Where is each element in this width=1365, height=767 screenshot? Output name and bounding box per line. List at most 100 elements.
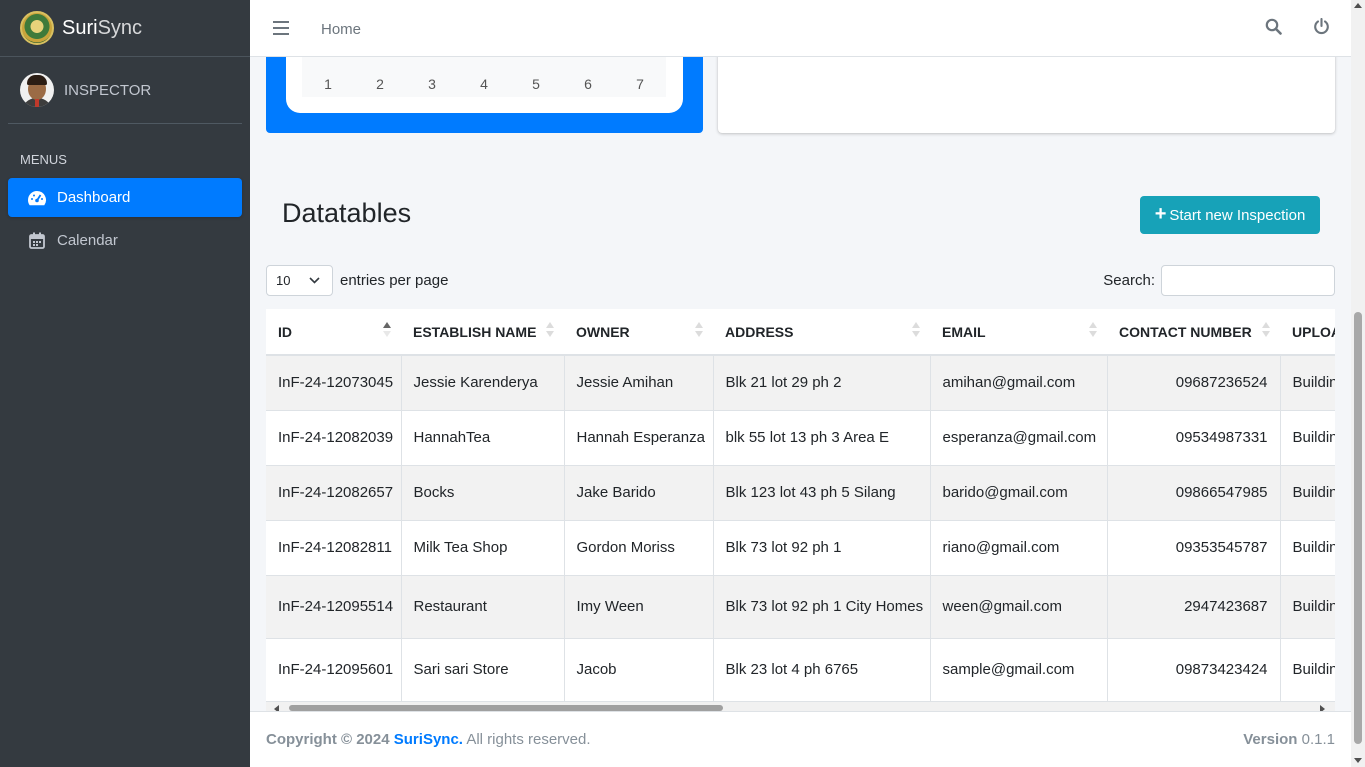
column-header-address[interactable]: ADDRESS (713, 309, 930, 356)
cell-address: Blk 73 lot 92 ph 1 (712, 519, 931, 576)
cell-upload[interactable]: Building (1279, 464, 1335, 521)
calendar-day[interactable]: 3 (406, 76, 458, 92)
power-icon[interactable] (1311, 16, 1331, 36)
cell-email: esperanza@gmail.com (929, 409, 1108, 466)
sidebar-item-dashboard[interactable]: Dashboard (8, 178, 242, 217)
entries-value: 10 (276, 273, 291, 288)
cell-id: InF-24-12073045 (266, 354, 402, 411)
search-input[interactable] (1161, 265, 1335, 296)
sort-icon (1089, 322, 1097, 340)
cell-address: Blk 123 lot 43 ph 5 Silang (712, 464, 931, 521)
table-search: Search: (1103, 265, 1335, 296)
cell-establish-name: Jessie Karenderya (400, 354, 565, 411)
start-inspection-button[interactable]: + Start new Inspection (1140, 196, 1320, 234)
footer-brand-link[interactable]: SuriSync. (394, 731, 463, 748)
user-panel[interactable]: INSPECTOR (8, 57, 242, 124)
page-scrollbar[interactable] (1351, 0, 1365, 767)
search-icon[interactable] (1263, 16, 1283, 36)
calendar-day[interactable]: 6 (562, 76, 614, 92)
cell-establish-name: Sari sari Store (400, 637, 565, 702)
scroll-down-icon[interactable] (1354, 758, 1362, 763)
home-link[interactable]: Home (321, 21, 361, 38)
page-scrollbar-thumb[interactable] (1354, 312, 1362, 744)
sort-icon (695, 322, 703, 340)
cell-establish-name: Milk Tea Shop (400, 519, 565, 576)
entries-control: 10 entries per page (266, 265, 448, 296)
version-label: Version (1243, 731, 1298, 748)
cell-contact-number: 09353545787 (1106, 519, 1281, 576)
nav-header: MENUS (20, 152, 67, 167)
brand-logo (20, 11, 54, 45)
avatar (20, 73, 54, 107)
calendar-day[interactable]: 5 (510, 76, 562, 92)
cell-upload[interactable]: Building (1279, 637, 1335, 702)
sidebar-item-calendar[interactable]: Calendar (8, 221, 242, 260)
cell-owner: Gordon Moriss (563, 519, 714, 576)
calendar-icon (26, 232, 48, 250)
column-header-owner[interactable]: OWNER (564, 309, 713, 356)
sort-icon (912, 322, 920, 340)
entries-per-page-select[interactable]: 10 (266, 265, 333, 296)
calendar-day[interactable]: 4 (458, 76, 510, 92)
search-label: Search: (1103, 272, 1155, 289)
cell-contact-number: 09534987331 (1106, 409, 1281, 466)
copyright: Copyright © 2024 SuriSync. All rights re… (266, 731, 591, 748)
table-header-row: ID ESTABLISH NAME OWNER ADDRESS EMAIL CO… (266, 309, 1335, 356)
cell-contact-number: 09866547985 (1106, 464, 1281, 521)
version-info: Version 0.1.1 (1243, 731, 1335, 748)
cell-address: Blk 21 lot 29 ph 2 (712, 354, 931, 411)
column-header-establish-name[interactable]: ESTABLISH NAME (401, 309, 564, 356)
table-row[interactable]: InF-24-12082811 Milk Tea Shop Gordon Mor… (266, 519, 1335, 576)
calendar-day[interactable]: 1 (302, 76, 354, 92)
cell-establish-name: HannahTea (400, 409, 565, 466)
cell-upload[interactable]: Building (1279, 354, 1335, 411)
cell-address: blk 55 lot 13 ph 3 Area E (712, 409, 931, 466)
table-row[interactable]: InF-24-12082039 HannahTea Hannah Esperan… (266, 409, 1335, 466)
cell-id: InF-24-12095601 (266, 637, 402, 702)
menu-toggle-icon[interactable] (273, 21, 289, 35)
brand-text: SuriSync (62, 16, 143, 39)
sidebar-item-label: Dashboard (57, 189, 131, 206)
table-row[interactable]: InF-24-12095601 Sari sari Store Jacob Bl… (266, 637, 1335, 702)
cell-contact-number: 09687236524 (1106, 354, 1281, 411)
brand-link[interactable]: SuriSync (0, 0, 250, 57)
scroll-up-icon[interactable] (1354, 3, 1362, 8)
column-header-contact-number[interactable]: CONTACT NUMBER (1107, 309, 1280, 356)
calendar-day[interactable]: 7 (614, 76, 666, 92)
calendar-day[interactable]: 2 (354, 76, 406, 92)
cell-upload[interactable]: Building (1279, 409, 1335, 466)
sort-icon (546, 322, 554, 340)
sort-asc-icon (383, 322, 391, 340)
cell-email: riano@gmail.com (929, 519, 1108, 576)
column-header-email[interactable]: EMAIL (930, 309, 1107, 356)
sort-icon (1262, 322, 1270, 340)
cell-contact-number: 2947423687 (1106, 574, 1281, 639)
cell-id: InF-24-12095514 (266, 574, 402, 639)
cell-owner: Jacob (563, 637, 714, 702)
tachometer-icon (26, 189, 48, 207)
cell-upload[interactable]: Building (1279, 574, 1335, 639)
cell-owner: Jake Barido (563, 464, 714, 521)
table-row[interactable]: InF-24-12095514 Restaurant Imy Ween Blk … (266, 574, 1335, 639)
cell-id: InF-24-12082811 (266, 519, 402, 576)
column-header-upload[interactable]: UPLOAD (1280, 309, 1335, 356)
cell-id: InF-24-12082657 (266, 464, 402, 521)
cell-id: InF-24-12082039 (266, 409, 402, 466)
cell-owner: Jessie Amihan (563, 354, 714, 411)
cell-establish-name: Bocks (400, 464, 565, 521)
cell-upload[interactable]: Building (1279, 519, 1335, 576)
cell-email: ween@gmail.com (929, 574, 1108, 639)
calendar-row: 1 2 3 4 5 6 7 (302, 76, 666, 92)
rights-text: All rights reserved. (466, 731, 591, 748)
table-row[interactable]: InF-24-12082657 Bocks Jake Barido Blk 12… (266, 464, 1335, 521)
section-title: Datatables (282, 198, 412, 228)
column-header-id[interactable]: ID (266, 309, 401, 356)
cell-owner: Hannah Esperanza (563, 409, 714, 466)
table-row[interactable]: InF-24-12073045 Jessie Karenderya Jessie… (266, 354, 1335, 411)
cell-email: barido@gmail.com (929, 464, 1108, 521)
cell-email: sample@gmail.com (929, 637, 1108, 702)
version-number: 0.1.1 (1301, 731, 1335, 748)
cell-contact-number: 09873423424 (1106, 637, 1281, 702)
entries-label: entries per page (340, 272, 449, 289)
start-inspection-label: Start new Inspection (1169, 206, 1306, 224)
